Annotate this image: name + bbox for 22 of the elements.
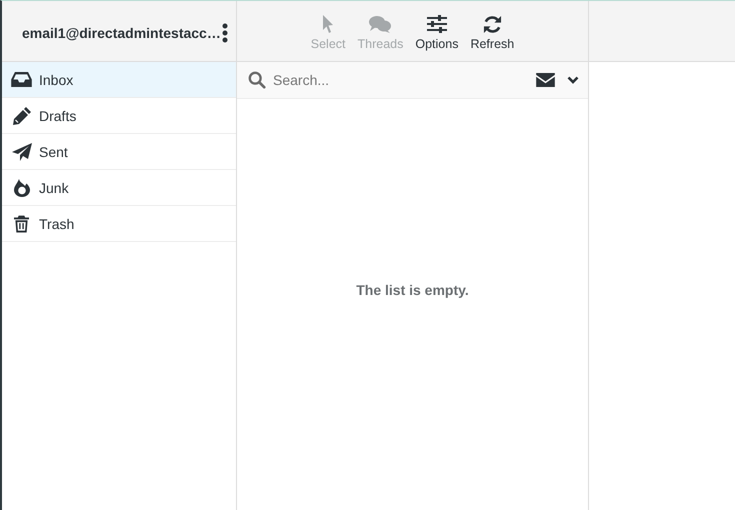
folder-item[interactable]: Drafts: [2, 98, 236, 134]
flame-icon: [14, 178, 30, 196]
folder-item[interactable]: Inbox: [2, 62, 236, 98]
refresh-button[interactable]: Refresh: [465, 12, 520, 53]
account-name: email1@directadmintestacc…: [22, 24, 221, 40]
pencil-icon: [12, 106, 30, 124]
envelope-icon[interactable]: [536, 73, 555, 87]
search-field[interactable]: Search...: [237, 62, 588, 98]
paper-plane-icon: [12, 142, 32, 160]
options-button[interactable]: Options: [410, 12, 464, 53]
inbox-tray-icon: [11, 72, 32, 87]
folder-item[interactable]: Trash: [2, 206, 236, 242]
more-icon[interactable]: [222, 22, 228, 42]
chevron-down-icon[interactable]: [567, 76, 579, 84]
folder-item[interactable]: Sent: [2, 134, 236, 170]
trash-icon: [14, 214, 29, 232]
chat-bubbles-icon: [369, 15, 392, 33]
refresh-icon: [482, 14, 502, 34]
pointer-icon: [322, 15, 334, 33]
sliders-icon: [426, 15, 447, 33]
folder-item[interactable]: Junk: [2, 170, 236, 206]
empty-list-message: The list is empty.: [356, 282, 469, 298]
